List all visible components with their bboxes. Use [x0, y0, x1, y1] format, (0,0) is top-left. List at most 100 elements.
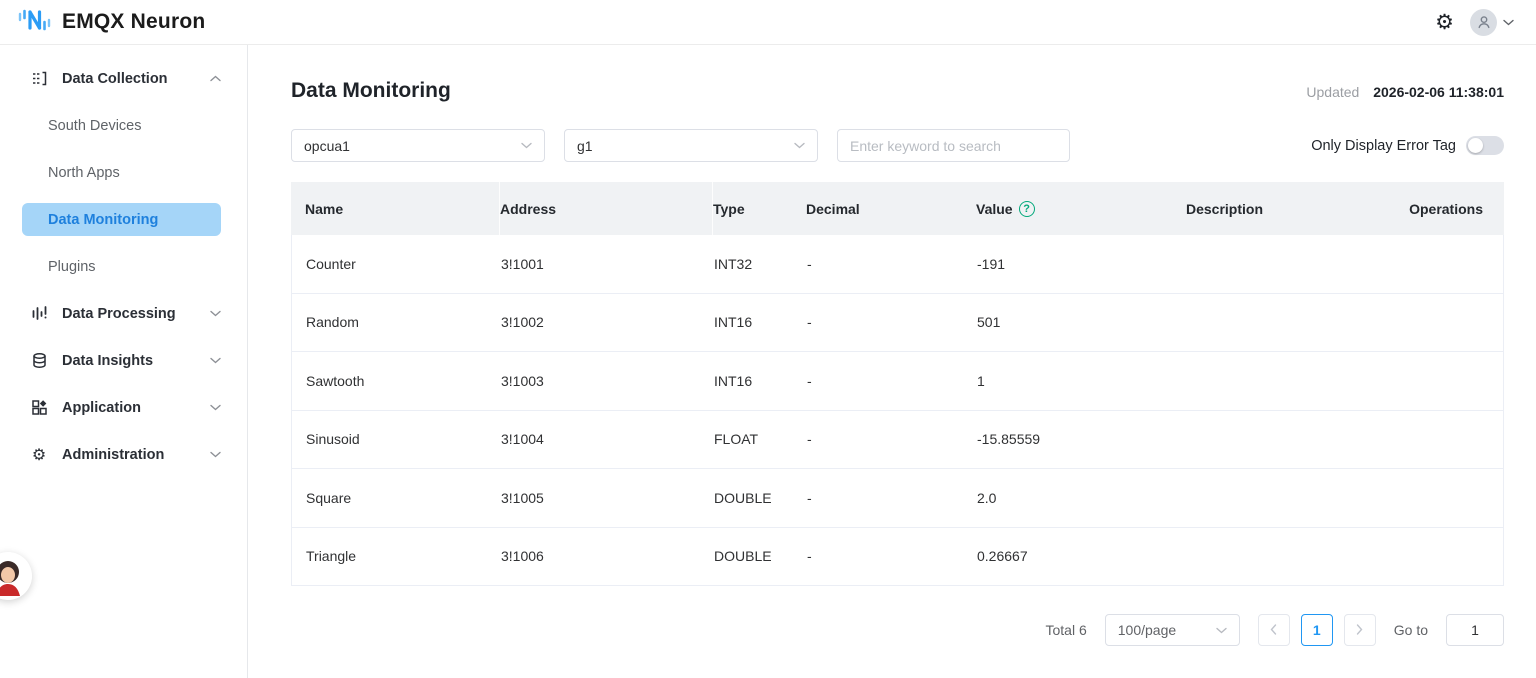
cell-type: DOUBLE — [714, 490, 807, 506]
sidebar-item-label: South Devices — [48, 118, 142, 134]
cell-type: INT16 — [714, 373, 807, 389]
cell-name: Counter — [292, 256, 501, 272]
brand-logo[interactable]: EMQX Neuron — [16, 6, 205, 39]
cell-name: Random — [292, 314, 501, 330]
column-header-description: Description — [1186, 201, 1390, 217]
table-body: Counter 3!1001 INT32 - -191 Random 3!100… — [291, 235, 1504, 586]
page-size-value: 100/page — [1118, 622, 1176, 638]
page-size-select[interactable]: 100/page — [1105, 614, 1240, 646]
tag-table: Name Address Type Decimal Value ? Descri… — [291, 182, 1504, 586]
cell-value: 0.26667 — [977, 548, 1187, 564]
table-row: Sinusoid 3!1004 FLOAT - -15.85559 — [292, 411, 1503, 470]
current-page-number: 1 — [1313, 622, 1321, 638]
chevron-down-icon — [794, 142, 805, 149]
chevron-down-icon — [210, 357, 221, 364]
cell-value: -15.85559 — [977, 431, 1187, 447]
column-header-type: Type — [713, 201, 806, 217]
cell-decimal: - — [807, 314, 977, 330]
chevron-left-icon — [1270, 622, 1277, 638]
cell-decimal: - — [807, 373, 977, 389]
sidebar-item-plugins[interactable]: Plugins — [0, 243, 247, 290]
column-header-address: Address — [500, 182, 713, 235]
settings-gear-icon[interactable]: ⚙ — [1435, 12, 1454, 33]
sidebar-item-label: Data Insights — [62, 353, 210, 369]
chevron-down-icon — [521, 142, 532, 149]
cell-name: Sinusoid — [292, 431, 501, 447]
sidebar-item-label: Data Processing — [62, 306, 210, 322]
cell-value: 501 — [977, 314, 1187, 330]
cell-value: 1 — [977, 373, 1187, 389]
sidebar-item-data-collection[interactable]: Data Collection — [0, 55, 247, 102]
search-input[interactable] — [837, 129, 1070, 162]
sidebar-item-label: Application — [62, 400, 210, 416]
sidebar-item-data-processing[interactable]: Data Processing — [0, 290, 247, 337]
column-header-decimal: Decimal — [806, 201, 976, 217]
cell-name: Triangle — [292, 548, 501, 564]
topbar: EMQX Neuron ⚙ — [0, 0, 1536, 45]
cell-type: DOUBLE — [714, 548, 807, 564]
cell-address: 3!1006 — [501, 548, 714, 564]
sidebar: Data Collection South Devices North Apps… — [0, 45, 248, 678]
column-header-name: Name — [291, 182, 500, 235]
updated-timestamp: Updated 2026-02-06 11:38:01 — [1306, 84, 1504, 100]
toggle-knob — [1468, 138, 1483, 153]
sidebar-item-label: North Apps — [48, 165, 120, 181]
page-title: Data Monitoring — [291, 79, 451, 103]
error-tag-toggle[interactable] — [1466, 136, 1504, 155]
sidebar-item-label: Data Monitoring — [48, 212, 158, 228]
cell-address: 3!1004 — [501, 431, 714, 447]
sidebar-item-data-insights[interactable]: Data Insights — [0, 337, 247, 384]
table-row: Square 3!1005 DOUBLE - 2.0 — [292, 469, 1503, 528]
question-circle-icon[interactable]: ? — [1019, 201, 1035, 217]
user-menu[interactable] — [1470, 9, 1514, 36]
sidebar-item-south-devices[interactable]: South Devices — [0, 102, 247, 149]
goto-page-input[interactable] — [1446, 614, 1504, 646]
cell-value: 2.0 — [977, 490, 1187, 506]
cell-decimal: - — [807, 256, 977, 272]
column-header-operations: Operations — [1390, 201, 1504, 217]
page-number-button[interactable]: 1 — [1301, 614, 1333, 646]
chevron-down-icon — [210, 451, 221, 458]
neuron-logo-icon — [16, 6, 52, 39]
sidebar-item-application[interactable]: Application — [0, 384, 247, 431]
next-page-button[interactable] — [1344, 614, 1376, 646]
chevron-down-icon — [210, 404, 221, 411]
cell-address: 3!1001 — [501, 256, 714, 272]
pagination-total: Total 6 — [1046, 622, 1087, 638]
cell-name: Square — [292, 490, 501, 506]
column-header-value: Value ? — [976, 201, 1186, 217]
sidebar-item-north-apps[interactable]: North Apps — [0, 149, 247, 196]
cell-name: Sawtooth — [292, 373, 501, 389]
cell-type: INT32 — [714, 256, 807, 272]
cell-value: -191 — [977, 256, 1187, 272]
equalizer-icon — [30, 305, 48, 322]
group-select-value: g1 — [577, 138, 593, 154]
cell-address: 3!1003 — [501, 373, 714, 389]
chevron-down-icon — [1503, 19, 1514, 26]
sidebar-item-label: Administration — [62, 447, 210, 463]
updated-time: 2026-02-06 11:38:01 — [1373, 84, 1504, 100]
user-avatar-icon — [1470, 9, 1497, 36]
table-row: Triangle 3!1006 DOUBLE - 0.26667 — [292, 528, 1503, 587]
pagination: Total 6 100/page 1 — [291, 614, 1504, 646]
sidebar-item-data-monitoring[interactable]: Data Monitoring — [0, 196, 247, 243]
prev-page-button[interactable] — [1258, 614, 1290, 646]
group-select[interactable]: g1 — [564, 129, 818, 162]
cell-address: 3!1005 — [501, 490, 714, 506]
cell-type: INT16 — [714, 314, 807, 330]
chevron-down-icon — [1216, 627, 1227, 634]
sidebar-item-label: Data Collection — [62, 71, 210, 87]
filter-bar: opcua1 g1 Only Display Error Tag — [291, 129, 1504, 162]
node-select[interactable]: opcua1 — [291, 129, 545, 162]
table-header-row: Name Address Type Decimal Value ? Descri… — [291, 182, 1504, 235]
chevron-up-icon — [210, 75, 221, 82]
gear-icon: ⚙ — [30, 445, 48, 465]
value-header-label: Value — [976, 201, 1013, 217]
brand-name: EMQX Neuron — [62, 10, 205, 34]
goto-label: Go to — [1394, 622, 1428, 638]
main-content: Data Monitoring Updated 2026-02-06 11:38… — [248, 45, 1536, 678]
apps-icon — [30, 399, 48, 416]
cell-decimal: - — [807, 431, 977, 447]
active-item-pill: Data Monitoring — [22, 203, 221, 236]
sidebar-item-administration[interactable]: ⚙ Administration — [0, 431, 247, 478]
